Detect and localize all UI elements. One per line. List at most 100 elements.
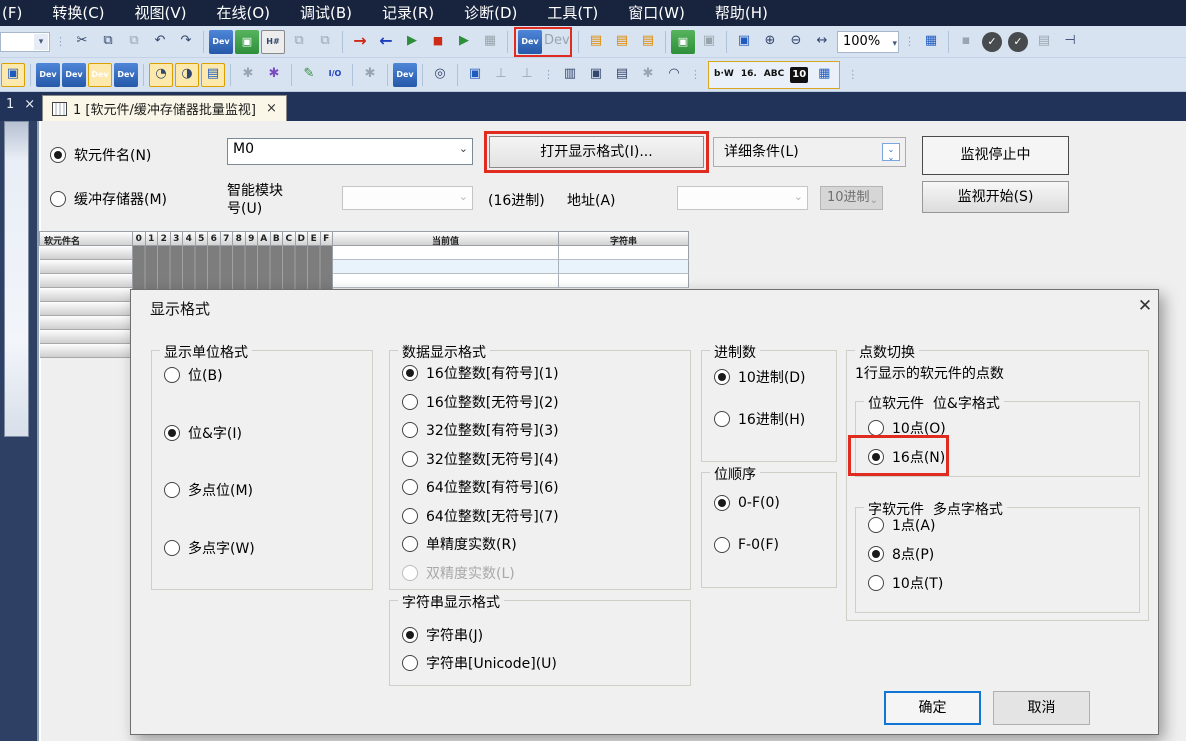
connection-destination-icon[interactable]: ⊣	[1058, 30, 1082, 54]
menu-project[interactable]: (F)	[0, 0, 37, 26]
inactive-square-icon[interactable]: ▪	[954, 30, 978, 54]
double-chevron-down-icon[interactable]: ⌄⌄	[882, 143, 900, 161]
zoom-in-icon[interactable]: ⊕	[758, 30, 782, 54]
special-paste-icon[interactable]: ⧉	[313, 30, 337, 54]
offline-build-icon[interactable]: ✱	[358, 63, 382, 87]
menu-view[interactable]: 视图(V)	[120, 0, 202, 26]
display-theme-icon[interactable]: ◠	[662, 63, 686, 87]
zoom-level-combo[interactable]: 100%▾	[837, 31, 899, 53]
device-memory-icon[interactable]: Dev	[62, 63, 86, 87]
io-system-setting-icon[interactable]: I/O	[323, 63, 347, 87]
detail-condition-button[interactable]: 详细条件(L) ⌄⌄	[713, 137, 906, 167]
redo-icon[interactable]: ↷	[174, 30, 198, 54]
multi-window-icon[interactable]: ▦	[919, 30, 943, 54]
radio-int16-signed[interactable]: 16位整数[有符号](1)	[402, 363, 559, 383]
radio-0-f[interactable]: 0-F(0)	[714, 495, 780, 511]
bit-word-format-icon[interactable]: b·W	[712, 63, 736, 87]
menu-window[interactable]: 窗口(W)	[613, 0, 700, 26]
clock-setup-icon[interactable]: ◔	[149, 63, 173, 87]
device-name-cell[interactable]	[40, 302, 133, 316]
radio-int64-unsigned[interactable]: 64位整数[无符号](7)	[402, 506, 559, 526]
device-batch-icon[interactable]: Dev	[88, 63, 112, 87]
menu-help[interactable]: 帮助(H)	[700, 0, 783, 26]
find-device-icon[interactable]: ◎	[428, 63, 452, 87]
display-setting-icon[interactable]: ✱	[636, 63, 660, 87]
statement-display-icon[interactable]: ▣	[584, 63, 608, 87]
watch-insert-icon[interactable]: ▤	[636, 30, 660, 54]
chevron-down-icon[interactable]: ⌄	[459, 142, 468, 155]
radio-int64-signed[interactable]: 64位整数[有符号](6)	[402, 477, 559, 497]
string-cell[interactable]	[559, 260, 689, 274]
menu-debug[interactable]: 调试(B)	[285, 0, 367, 26]
radio-multi-word[interactable]: 多点字(W)	[164, 538, 255, 558]
tab-device-batch-monitor[interactable]: 1 [软元件/缓冲存储器批量监视] ×	[42, 95, 287, 121]
comment-display-icon[interactable]: ▥	[558, 63, 582, 87]
collapsed-panel-tab[interactable]: 1 ×	[6, 97, 35, 112]
rebuild-all-icon[interactable]: ✱	[262, 63, 286, 87]
radio-f-0[interactable]: F-0(F)	[714, 537, 779, 553]
entry-ladder-icon[interactable]: ▤	[201, 63, 225, 87]
quick-entry-combo[interactable]: ▾	[0, 32, 50, 52]
radio-buffer-memory[interactable]: 缓冲存储器(M)	[50, 189, 167, 209]
device-batch-monitor-icon[interactable]: Dev	[518, 30, 542, 54]
chevron-down-icon[interactable]: ▾	[34, 34, 48, 50]
device-name-cell[interactable]	[40, 344, 133, 358]
radio-multi-bit[interactable]: 多点位(M)	[164, 480, 253, 500]
clock-read-icon[interactable]: ◑	[175, 63, 199, 87]
radio-bit[interactable]: 位(B)	[164, 365, 223, 385]
device-test-icon[interactable]: Dev	[393, 63, 417, 87]
current-value-cell[interactable]	[333, 260, 559, 274]
radio-int32-unsigned[interactable]: 32位整数[无符号](4)	[402, 449, 559, 469]
menu-record[interactable]: 记录(R)	[367, 0, 449, 26]
radio-decimal[interactable]: 10进制(D)	[714, 367, 806, 387]
decimal-format-icon[interactable]: 10	[790, 67, 808, 83]
monitor-start-all-icon[interactable]: ▣	[671, 30, 695, 54]
tool-disabled-1-icon[interactable]: ⊥	[489, 63, 513, 87]
write-to-plc-icon[interactable]: →	[348, 30, 372, 54]
build-icon[interactable]: ✱	[236, 63, 260, 87]
current-value-cell[interactable]	[333, 274, 559, 288]
fit-width-icon[interactable]: ↔	[810, 30, 834, 54]
parameter-check-icon[interactable]: ✓	[1008, 32, 1028, 52]
ok-button[interactable]: 确定	[884, 691, 981, 725]
table-format-icon[interactable]: ▦	[812, 63, 836, 87]
hex-search-icon[interactable]: H#	[261, 30, 285, 54]
zoom-out-icon[interactable]: ⊖	[784, 30, 808, 54]
undo-icon[interactable]: ↶	[148, 30, 172, 54]
radio-device-name[interactable]: 软元件名(N)	[50, 145, 151, 165]
monitor-watch-icon[interactable]: ▶	[452, 30, 476, 54]
cross-reference-icon[interactable]: ▤	[1032, 30, 1056, 54]
device-name-combo[interactable]: M0 ⌄	[227, 138, 473, 165]
device-name-cell[interactable]	[40, 316, 133, 330]
radio-real-single[interactable]: 单精度实数(R)	[402, 534, 517, 554]
radio-1-point[interactable]: 1点(A)	[868, 515, 935, 535]
watch-window-icon[interactable]: ▤	[584, 30, 608, 54]
navigation-window-icon[interactable]: ▣	[1, 63, 25, 87]
device-detail-icon[interactable]: Dev	[114, 63, 138, 87]
bit-16-format-icon[interactable]: 16.	[738, 63, 760, 87]
menu-diagnostics[interactable]: 诊断(D)	[449, 0, 532, 26]
tab-close-icon[interactable]: ×	[266, 101, 277, 116]
monitor-stop-all-icon[interactable]: ▣	[697, 30, 721, 54]
menu-online[interactable]: 在线(O)	[202, 0, 286, 26]
device-name-cell[interactable]	[40, 246, 133, 260]
ascii-format-icon[interactable]: ABC	[762, 63, 786, 87]
device-name-cell[interactable]	[40, 260, 133, 274]
copy-icon[interactable]: ⧉	[96, 30, 120, 54]
watch-register-icon[interactable]: ▤	[610, 30, 634, 54]
device-name-cell[interactable]	[40, 288, 133, 302]
radio-8-points[interactable]: 8点(P)	[868, 544, 934, 564]
paste-icon[interactable]: ⧉	[122, 30, 146, 54]
radio-int32-signed[interactable]: 32位整数[有符号](3)	[402, 420, 559, 440]
verify-with-plc-icon[interactable]: ▶	[400, 30, 424, 54]
cut-icon[interactable]: ✂	[70, 30, 94, 54]
dialog-close-icon[interactable]: ✕	[1134, 296, 1156, 316]
menu-convert[interactable]: 转换(C)	[37, 0, 119, 26]
device-name-cell[interactable]	[40, 274, 133, 288]
note-display-icon[interactable]: ▤	[610, 63, 634, 87]
device-name-cell[interactable]	[40, 330, 133, 344]
ladder-search-icon[interactable]: ▣	[235, 30, 259, 54]
special-copy-icon[interactable]: ⧉	[287, 30, 311, 54]
screen-zoom-icon[interactable]: ▣	[463, 63, 487, 87]
open-display-format-button[interactable]: 打开显示格式(I)...	[489, 136, 704, 168]
